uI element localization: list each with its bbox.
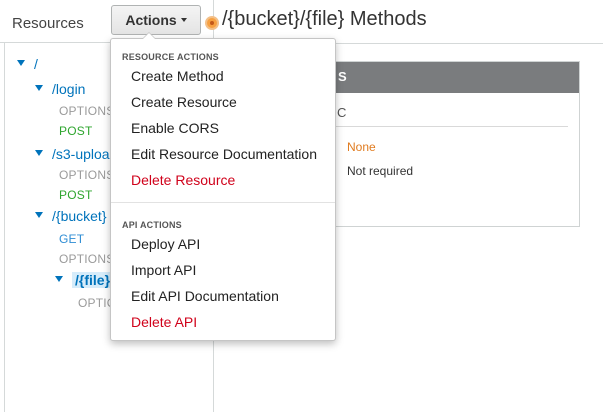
method-s3-upload-post[interactable]: POST [59,188,92,202]
method-login-post[interactable]: POST [59,124,92,138]
tree-node-file[interactable]: /{file} [55,272,114,288]
tree-node-s3-upload[interactable]: /s3-uploa [35,146,113,162]
authorization-value[interactable]: None [347,140,376,154]
tree-node-label: /{bucket} [52,208,107,224]
expand-caret-icon[interactable] [35,212,43,219]
delete-api-item[interactable]: Delete API [111,309,335,335]
method-login-options[interactable]: OPTIONS [59,104,114,118]
deploy-api-item[interactable]: Deploy API [111,231,335,257]
menu-divider [111,202,335,203]
actions-button-label: Actions [125,12,177,28]
import-api-item[interactable]: Import API [111,257,335,283]
method-bucket-options[interactable]: OPTIONS [59,252,114,266]
tree-node-label: /login [52,81,86,97]
expand-caret-icon[interactable] [35,150,43,157]
expand-caret-icon[interactable] [35,85,43,92]
detail-divider [336,126,568,127]
tree-node-label: /{file} [72,272,114,288]
tree-node-login[interactable]: /login [35,81,85,97]
actions-dropdown-menu: RESOURCE ACTIONS Create Method Create Re… [110,32,336,341]
edit-resource-documentation-item[interactable]: Edit Resource Documentation [111,141,335,167]
resource-actions-header: RESOURCE ACTIONS [122,52,219,62]
detail-row-text: C [337,105,347,120]
page-title: /{bucket}/{file} Methods [222,8,427,30]
detail-header-text: S [338,69,347,84]
expand-caret-icon[interactable] [55,276,63,283]
api-key-required-value: Not required [347,164,414,178]
panel-divider [4,43,5,412]
method-file-options[interactable]: OPTIO [78,296,113,310]
resources-title: Resources [12,15,84,32]
delete-resource-item[interactable]: Delete Resource [111,167,335,193]
create-method-item[interactable]: Create Method [111,63,335,89]
tree-node-bucket[interactable]: /{bucket} [35,208,107,224]
enable-cors-item[interactable]: Enable CORS [111,115,335,141]
edit-api-documentation-item[interactable]: Edit API Documentation [111,283,335,309]
tree-node-label: /s3-uploa [52,146,110,162]
dropdown-arrow-icon [180,18,187,23]
method-s3-upload-options[interactable]: OPTIONS [59,168,114,182]
api-actions-header: API ACTIONS [122,220,182,230]
create-resource-item[interactable]: Create Resource [111,89,335,115]
cursor-indicator-icon [205,16,219,30]
menu-pointer [142,32,156,39]
tree-node-root[interactable]: / [17,56,38,72]
expand-caret-icon[interactable] [17,60,25,67]
tree-node-label: / [34,56,38,72]
method-bucket-get[interactable]: GET [59,232,84,246]
actions-button[interactable]: Actions [111,5,201,35]
